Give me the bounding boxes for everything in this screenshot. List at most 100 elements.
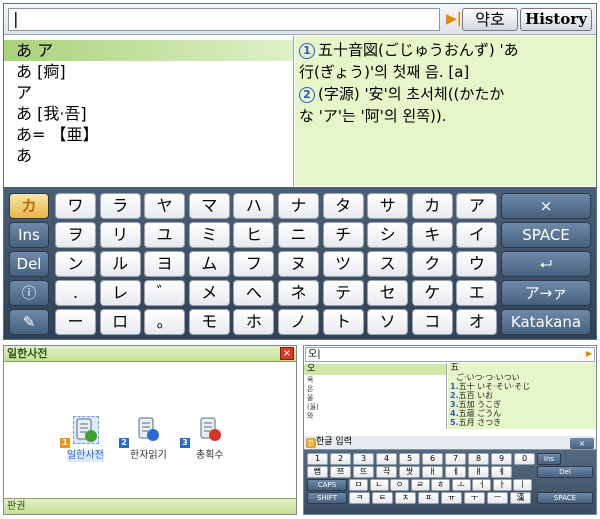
word-list-item[interactable]: あ= 【亜】	[16, 124, 99, 145]
history-arrow-icon[interactable]: ▶	[586, 348, 594, 359]
close-keyboard-key[interactable]: ×	[570, 438, 594, 449]
close-keyboard-key[interactable]: ×	[501, 193, 591, 219]
hangul-key[interactable]: ㅐ	[422, 466, 443, 478]
kana-key[interactable]: ラ	[99, 193, 141, 219]
space-key[interactable]: SPACE	[537, 492, 593, 504]
help-key[interactable]: ⓘ	[9, 280, 49, 306]
reading-list-item[interactable]: 올	[307, 394, 313, 402]
hangul-key[interactable]: ㅣ	[513, 479, 532, 491]
kana-mode-key[interactable]: カ	[9, 193, 49, 219]
kana-key[interactable]: ナ	[278, 193, 319, 219]
kana-key[interactable]: ヌ	[278, 251, 319, 277]
kana-key[interactable]: ヨ	[144, 251, 186, 277]
hangul-key[interactable]: ㄴ	[369, 479, 389, 491]
number-key[interactable]: 0	[514, 453, 535, 465]
kana-key[interactable]: ウ	[456, 251, 498, 277]
kana-key[interactable]: リ	[99, 222, 141, 248]
hangul-key[interactable]: ㅊ	[395, 492, 416, 504]
kana-key[interactable]: ル	[99, 251, 141, 277]
reading-list-item[interactable]: 온	[307, 385, 313, 393]
caps-key[interactable]: CAPS	[307, 479, 347, 491]
number-key[interactable]: 1	[307, 453, 328, 465]
word-list-item-selected[interactable]: あ ア	[4, 40, 293, 61]
number-key[interactable]: 8	[468, 453, 489, 465]
word-list-item[interactable]: ア	[16, 82, 32, 103]
kana-key[interactable]: ケ	[411, 280, 453, 306]
enter-key[interactable]: ⮠	[501, 251, 591, 277]
close-button[interactable]: ×	[280, 347, 294, 360]
kana-key[interactable]: ゛	[144, 280, 186, 306]
kana-key[interactable]: ア	[456, 193, 498, 219]
kana-key[interactable]: ホ	[233, 309, 275, 335]
hangul-key[interactable]: ㅌ	[372, 492, 393, 504]
kana-key[interactable]: ロ	[99, 309, 141, 335]
menu-item-kanji-reading[interactable]	[136, 416, 162, 444]
hangul-key[interactable]: 쌋	[399, 466, 420, 478]
hangul-key[interactable]: 쯔	[330, 466, 351, 478]
hangul-key[interactable]: 뜨	[353, 466, 374, 478]
number-key[interactable]: 5	[399, 453, 420, 465]
kana-key[interactable]: チ	[322, 222, 364, 248]
kana-key[interactable]: タ	[322, 193, 364, 219]
kana-key[interactable]: キ	[411, 222, 453, 248]
reading-list-item-selected[interactable]: 오	[304, 364, 446, 375]
kana-key[interactable]: フ	[233, 251, 275, 277]
kana-key[interactable]: ハ	[233, 193, 275, 219]
history-arrow-icon[interactable]: ▶|	[446, 11, 462, 27]
hangul-key[interactable]: 끅	[376, 466, 397, 478]
kana-key[interactable]: マ	[188, 193, 230, 219]
kana-key[interactable]: ム	[188, 251, 230, 277]
reading-list-item[interactable]: 옥	[307, 376, 313, 384]
delete-key[interactable]: Del	[537, 466, 593, 478]
menu-item-jk-dictionary[interactable]	[73, 416, 99, 444]
hangul-key[interactable]: ㅓ	[472, 479, 491, 491]
kana-key[interactable]: ユ	[144, 222, 186, 248]
space-key[interactable]: SPACE	[501, 222, 591, 248]
word-list-item[interactable]: あ [痾]	[16, 61, 66, 82]
shift-key[interactable]: SHIFT	[307, 492, 347, 504]
kana-key[interactable]: テ	[322, 280, 364, 306]
insert-key[interactable]: Ins	[537, 453, 561, 465]
insert-key[interactable]: Ins	[9, 222, 49, 248]
kana-key[interactable]: ク	[411, 251, 453, 277]
kana-key[interactable]: ヲ	[55, 222, 96, 248]
hangul-key[interactable]: 漢	[510, 492, 531, 504]
number-key[interactable]: 9	[491, 453, 512, 465]
hangul-key[interactable]: ㅏ	[492, 479, 512, 491]
kana-key[interactable]: ヤ	[144, 193, 186, 219]
number-key[interactable]: 3	[353, 453, 374, 465]
hangul-key[interactable]: ㅋ	[349, 492, 370, 504]
kana-key[interactable]: へ	[233, 280, 275, 306]
number-key[interactable]: 2	[330, 453, 351, 465]
kana-key[interactable]: サ	[367, 193, 409, 219]
kana-key[interactable]: モ	[188, 309, 230, 335]
kana-key[interactable]: オ	[456, 309, 498, 335]
word-list-item[interactable]: あ [我·吾]	[16, 103, 87, 124]
kana-key[interactable]: ミ	[188, 222, 230, 248]
hangul-key[interactable]: ㅔ	[445, 466, 466, 478]
kana-key[interactable]: 。	[144, 309, 186, 335]
kana-key[interactable]: エ	[456, 280, 498, 306]
hangul-key[interactable]: ㅡ	[487, 492, 508, 504]
kana-key[interactable]: レ	[99, 280, 141, 306]
search-input[interactable]: 오|	[305, 347, 595, 362]
kana-key[interactable]: ニ	[278, 222, 319, 248]
hangul-key[interactable]: ㅍ	[418, 492, 439, 504]
kana-key[interactable]: イ	[456, 222, 498, 248]
hangul-key[interactable]: ㅎ	[431, 479, 450, 491]
word-list-item[interactable]: あ	[16, 145, 32, 166]
abbreviation-button[interactable]: 약호	[462, 8, 518, 31]
hangul-key[interactable]: ㅒ	[468, 466, 489, 478]
kana-key[interactable]: ツ	[322, 251, 364, 277]
kana-key[interactable]: メ	[188, 280, 230, 306]
reading-list-item[interactable]: (옳)	[307, 403, 319, 411]
menu-item-stroke-count[interactable]	[198, 416, 224, 444]
kana-key[interactable]: ワ	[55, 193, 96, 219]
kana-key[interactable]: セ	[367, 280, 409, 306]
copyright-bar[interactable]: 판권	[4, 498, 296, 514]
kana-key[interactable]: ー	[55, 309, 96, 335]
kana-key[interactable]: コ	[411, 309, 453, 335]
number-key[interactable]: 6	[422, 453, 443, 465]
history-button[interactable]: History	[520, 8, 592, 31]
kana-key[interactable]: ス	[367, 251, 409, 277]
